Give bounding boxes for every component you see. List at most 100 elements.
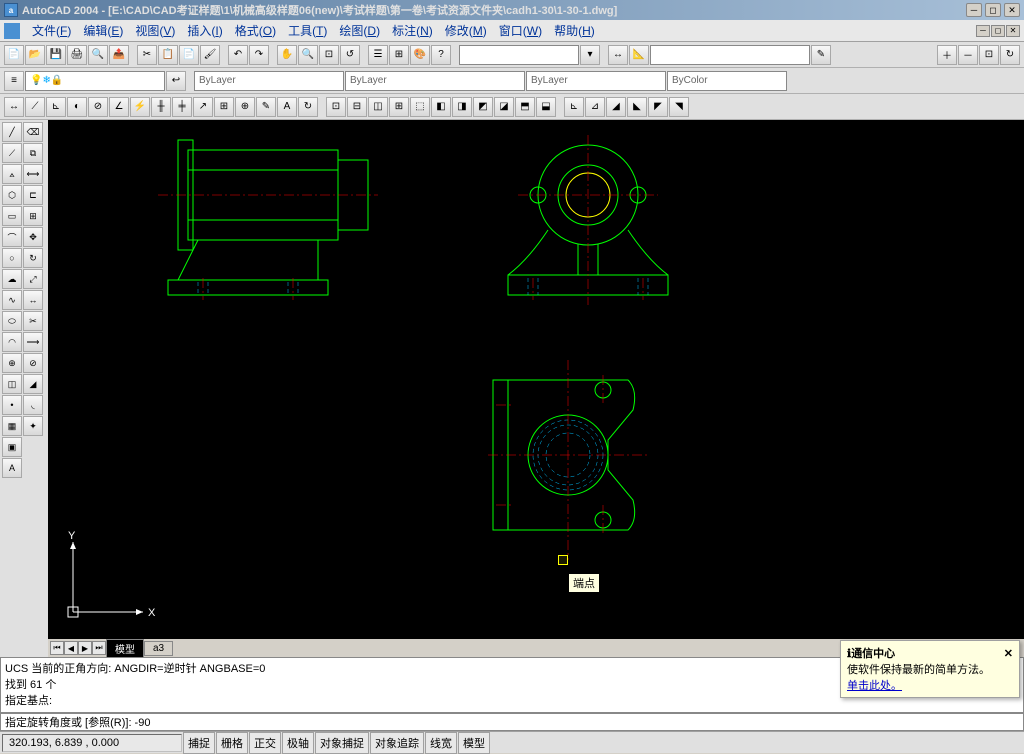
dim-leader[interactable]: ↗ — [193, 97, 213, 117]
dim-ordinate[interactable]: ⊾ — [46, 97, 66, 117]
dim-continue[interactable]: ╪ — [172, 97, 192, 117]
dim-edit-btn[interactable]: ✎ — [256, 97, 276, 117]
dim-center[interactable]: ⊕ — [235, 97, 255, 117]
erase-tool[interactable]: ⌫ — [23, 122, 43, 142]
preview-button[interactable]: 🔍 — [88, 45, 108, 65]
status-toggle-6[interactable]: 线宽 — [425, 732, 457, 754]
move-tool[interactable]: ✥ — [23, 227, 43, 247]
spline-tool[interactable]: ∿ — [2, 290, 22, 310]
break-tool[interactable]: ⊘ — [23, 353, 43, 373]
scale-tool[interactable]: ⤢ — [23, 269, 43, 289]
line-tool[interactable]: ╱ — [2, 122, 22, 142]
style-dropdown[interactable] — [459, 45, 579, 65]
circle-tool[interactable]: ○ — [2, 248, 22, 268]
layer-manager-button[interactable]: ≡ — [4, 71, 24, 91]
menu-n[interactable]: 标注(N) — [386, 20, 439, 41]
menu-w[interactable]: 窗口(W) — [493, 20, 548, 41]
menu-f[interactable]: 文件(F) — [26, 20, 77, 41]
properties-button[interactable]: ☰ — [368, 45, 388, 65]
zoom-prev-button[interactable]: ↺ — [340, 45, 360, 65]
zoom-in-button[interactable]: ＋ — [937, 45, 957, 65]
status-toggle-1[interactable]: 栅格 — [216, 732, 248, 754]
command-input[interactable]: 指定旋转角度或 [参照(R)]: -90 — [0, 713, 1024, 731]
lineweight-dropdown[interactable]: ByLayer — [526, 71, 666, 91]
dim-btn1[interactable]: ↔ — [608, 45, 628, 65]
chamfer-tool[interactable]: ◢ — [23, 374, 43, 394]
tab-a3[interactable]: a3 — [144, 641, 173, 656]
ellipse-tool[interactable]: ⬭ — [2, 311, 22, 331]
view-btn11[interactable]: ⬓ — [536, 97, 556, 117]
maximize-button[interactable]: ◻ — [985, 3, 1001, 17]
dimstyle-dropdown[interactable] — [650, 45, 810, 65]
help-button[interactable]: ? — [431, 45, 451, 65]
mtext-tool[interactable]: A — [2, 458, 22, 478]
fillet-tool[interactable]: ◟ — [23, 395, 43, 415]
status-toggle-4[interactable]: 对象捕捉 — [315, 732, 369, 754]
plotstyle-dropdown[interactable]: ByColor — [667, 71, 787, 91]
menu-v[interactable]: 视图(V) — [129, 20, 181, 41]
redo-button[interactable]: ↷ — [249, 45, 269, 65]
tab-first[interactable]: ⏮ — [50, 641, 64, 655]
tab-model[interactable]: 模型 — [106, 639, 144, 658]
arc-tool[interactable]: ⌒ — [2, 227, 22, 247]
plot-button[interactable]: 🖨 — [67, 45, 87, 65]
menu-i[interactable]: 插入(I) — [181, 20, 228, 41]
cut-button[interactable]: ✂ — [137, 45, 157, 65]
extend-tool[interactable]: ⟶ — [23, 332, 43, 352]
ucs-btn6[interactable]: ◥ — [669, 97, 689, 117]
xline-tool[interactable]: ⟋ — [2, 143, 22, 163]
undo-button[interactable]: ↶ — [228, 45, 248, 65]
doc-restore[interactable]: ◻ — [991, 25, 1005, 37]
view-btn2[interactable]: ⊟ — [347, 97, 367, 117]
menu-h[interactable]: 帮助(H) — [548, 20, 601, 41]
block-tool[interactable]: ◫ — [2, 374, 22, 394]
close-button[interactable]: ✕ — [1004, 3, 1020, 17]
save-button[interactable]: 💾 — [46, 45, 66, 65]
insert-tool[interactable]: ⊕ — [2, 353, 22, 373]
color-dropdown[interactable]: ByLayer — [194, 71, 344, 91]
view-btn10[interactable]: ⬒ — [515, 97, 535, 117]
menu-d[interactable]: 绘图(D) — [333, 20, 386, 41]
view-btn8[interactable]: ◩ — [473, 97, 493, 117]
view-btn7[interactable]: ◨ — [452, 97, 472, 117]
dim-tedit[interactable]: A — [277, 97, 297, 117]
minimize-button[interactable]: ─ — [966, 3, 982, 17]
stretch-tool[interactable]: ↔ — [23, 290, 43, 310]
paste-button[interactable]: 📄 — [179, 45, 199, 65]
pline-tool[interactable]: ⟑ — [2, 164, 22, 184]
dim-tolerance[interactable]: ⊞ — [214, 97, 234, 117]
linetype-dropdown[interactable]: ByLayer — [345, 71, 525, 91]
ucs-btn2[interactable]: ⊿ — [585, 97, 605, 117]
menu-t[interactable]: 工具(T) — [282, 20, 333, 41]
status-toggle-7[interactable]: 模型 — [458, 732, 490, 754]
dim-diameter[interactable]: ⊘ — [88, 97, 108, 117]
regen-button[interactable]: ↻ — [1000, 45, 1020, 65]
open-button[interactable]: 📂 — [25, 45, 45, 65]
doc-close[interactable]: ✕ — [1006, 25, 1020, 37]
view-btn3[interactable]: ◫ — [368, 97, 388, 117]
polygon-tool[interactable]: ⬡ — [2, 185, 22, 205]
dim-linear[interactable]: ↔ — [4, 97, 24, 117]
view-btn9[interactable]: ◪ — [494, 97, 514, 117]
status-toggle-2[interactable]: 正交 — [249, 732, 281, 754]
zoom-extents-button[interactable]: ⊡ — [979, 45, 999, 65]
pan-button[interactable]: ✋ — [277, 45, 297, 65]
ucs-btn3[interactable]: ◢ — [606, 97, 626, 117]
view-btn4[interactable]: ⊞ — [389, 97, 409, 117]
coordinates-display[interactable]: 320.193, 6.839 , 0.000 — [2, 734, 182, 752]
rotate-tool[interactable]: ↻ — [23, 248, 43, 268]
array-tool[interactable]: ⊞ — [23, 206, 43, 226]
trim-tool[interactable]: ✂ — [23, 311, 43, 331]
tab-prev[interactable]: ◀ — [64, 641, 78, 655]
mirror-tool[interactable]: ⟷ — [23, 164, 43, 184]
notif-link[interactable]: 单击此处。 — [847, 677, 1013, 693]
offset-tool[interactable]: ⊏ — [23, 185, 43, 205]
hatch-tool[interactable]: ▦ — [2, 416, 22, 436]
menu-m[interactable]: 修改(M) — [439, 20, 493, 41]
explode-tool[interactable]: ✦ — [23, 416, 43, 436]
status-toggle-0[interactable]: 捕捉 — [183, 732, 215, 754]
menu-e[interactable]: 编辑(E) — [77, 20, 129, 41]
zoom-rt-button[interactable]: 🔍 — [298, 45, 318, 65]
view-btn1[interactable]: ⊡ — [326, 97, 346, 117]
status-toggle-3[interactable]: 极轴 — [282, 732, 314, 754]
